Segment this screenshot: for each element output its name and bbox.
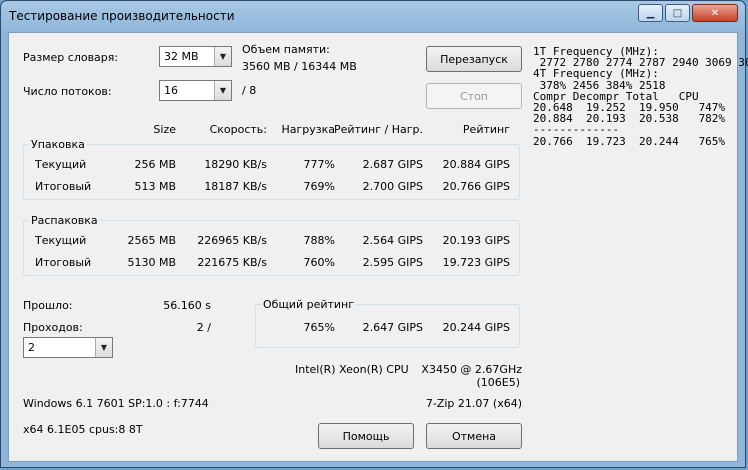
close-button[interactable]: ✕: [692, 4, 738, 22]
app-version: 7-Zip 21.07 (x64): [425, 397, 522, 410]
cpu-id: (106E5): [476, 376, 520, 389]
col-size: Size: [153, 123, 176, 136]
benchmark-log: 1T Frequency (MHz): 2772 2780 2774 2787 …: [533, 45, 748, 148]
compress-title: Упаковка: [29, 138, 87, 151]
cpu-model: X3450 @ 2.67GHz: [421, 363, 522, 376]
threads-select[interactable]: 16 ▼: [159, 80, 232, 101]
total-rating: 20.244 GIPS: [442, 321, 510, 334]
arch-info: x64 6.1E05 cpus:8 8T: [23, 423, 143, 436]
chevron-down-icon: ▼: [214, 81, 231, 100]
maximize-icon: □: [672, 7, 683, 19]
maximize-button[interactable]: □: [665, 4, 690, 22]
benchmark-window: Тестирование производительности ▁ □ ✕ Ра…: [0, 0, 748, 468]
passes-value: 2 /: [196, 321, 211, 334]
col-rating-load: Рейтинг / Нагр.: [333, 123, 423, 136]
stop-button[interactable]: Стоп: [426, 83, 522, 109]
elapsed-value: 56.160 s: [163, 299, 211, 312]
close-icon: ✕: [710, 7, 720, 19]
threads-label: Число потоков:: [23, 85, 112, 98]
col-rating: Рейтинг: [462, 123, 510, 136]
os-info: Windows 6.1 7601 SP:1.0 : f:7744: [23, 397, 209, 410]
passes-select[interactable]: 2 ▼: [23, 337, 113, 358]
chevron-down-icon: ▼: [214, 47, 231, 66]
total-rating-load: 2.647 GIPS: [362, 321, 423, 334]
title-bar[interactable]: Тестирование производительности ▁ □ ✕: [1, 1, 745, 33]
memory-value: 3560 MB / 16344 MB: [242, 60, 357, 73]
restart-button[interactable]: Перезапуск: [426, 46, 522, 72]
minimize-button[interactable]: ▁: [638, 4, 663, 22]
chevron-down-icon: ▼: [95, 338, 112, 357]
dict-size-label: Размер словаря:: [23, 51, 119, 64]
window-title: Тестирование производительности: [9, 9, 235, 23]
dict-size-select[interactable]: 32 MB ▼: [159, 46, 232, 67]
col-speed: Скорость:: [209, 123, 267, 136]
decompress-title: Распаковка: [29, 214, 100, 227]
memory-label: Объем памяти:: [242, 43, 330, 56]
dialog-client: Размер словаря: 32 MB ▼ Объем памяти: 35…: [8, 32, 748, 462]
total-rating-title: Общий рейтинг: [261, 298, 357, 311]
cancel-button[interactable]: Отмена: [426, 423, 522, 449]
elapsed-label: Прошло:: [23, 299, 73, 312]
passes-label: Проходов:: [23, 321, 83, 334]
threads-max: / 8: [242, 84, 257, 97]
cpu-name: Intel(R) Xeon(R) CPU: [295, 363, 409, 376]
help-button[interactable]: Помощь: [318, 423, 414, 449]
minimize-icon: ▁: [646, 7, 655, 19]
